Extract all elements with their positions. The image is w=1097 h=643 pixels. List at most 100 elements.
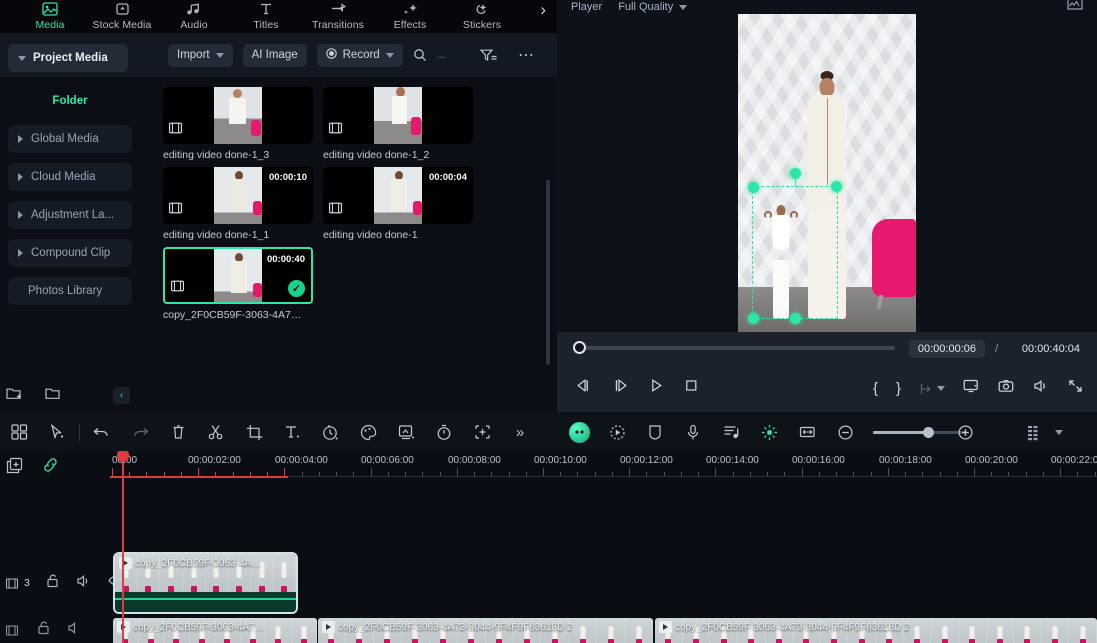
nav-tab-transitions[interactable]: Transitions <box>302 0 374 31</box>
media-thumbnail[interactable]: 00:00:04 <box>323 167 473 224</box>
media-thumbnail[interactable]: 00:00:40 ✓ <box>163 247 313 304</box>
pink-chair <box>872 219 916 298</box>
mark-out-button[interactable]: } <box>896 380 901 397</box>
media-item[interactable]: editing video done-1_2 <box>323 87 473 161</box>
fit-timeline-icon[interactable] <box>788 425 826 439</box>
search-icon[interactable] <box>413 48 427 62</box>
voiceover-icon[interactable] <box>674 424 712 441</box>
record-button[interactable]: Record <box>316 43 403 67</box>
export-frame-button[interactable] <box>919 382 945 396</box>
timer-icon[interactable] <box>425 424 463 441</box>
nav-expand-chevron-icon[interactable]: › <box>540 0 546 20</box>
nav-tab-media[interactable]: Media <box>14 0 86 31</box>
sidebar-item-compound-clip[interactable]: Compound Clip <box>8 239 132 267</box>
more-tools-icon[interactable]: » <box>501 424 539 441</box>
sidebar-collapse-button[interactable]: ‹ <box>113 387 130 404</box>
media-item-selected[interactable]: 00:00:40 ✓ copy_2F0CB59F-3063-4A7… <box>163 247 313 321</box>
color-palette-icon[interactable] <box>349 424 387 441</box>
nav-tab-titles[interactable]: Titles <box>230 0 302 31</box>
sidebar-item-cloud-media[interactable]: Cloud Media <box>8 163 132 191</box>
folder-icon[interactable] <box>45 386 62 401</box>
split-scissors-icon[interactable] <box>197 424 235 440</box>
more-options-icon[interactable]: ⋯ <box>518 45 535 65</box>
search-input[interactable]: ... <box>437 49 446 61</box>
player-seek-handle[interactable] <box>573 341 586 354</box>
media-panel-scrollbar[interactable] <box>546 180 550 365</box>
display-mode-button[interactable] <box>963 379 980 398</box>
media-item[interactable]: editing video done-1_3 <box>163 87 313 161</box>
sidebar-item-photos-library[interactable]: Photos Library <box>8 277 132 305</box>
auto-beat-sync-icon[interactable] <box>750 424 788 441</box>
text-icon[interactable] <box>273 424 311 440</box>
sidebar-item-folder[interactable]: Folder <box>8 87 132 115</box>
snapshot-button[interactable] <box>998 379 1015 398</box>
zoom-in-icon[interactable] <box>957 424 974 446</box>
add-marker-icon[interactable] <box>463 424 501 440</box>
nav-tab-label: Stock Media <box>92 19 152 31</box>
fullscreen-button[interactable] <box>1068 379 1083 398</box>
player-stage[interactable] <box>557 14 1097 332</box>
video-preview-frame[interactable] <box>738 14 916 332</box>
timeline-playhead[interactable] <box>117 451 129 643</box>
undo-icon[interactable] <box>83 425 121 440</box>
media-thumbnail[interactable] <box>163 87 313 144</box>
speaker-icon[interactable] <box>76 574 92 593</box>
crop-icon[interactable] <box>235 424 273 441</box>
select-cursor-icon[interactable] <box>38 424 76 440</box>
sidebar-item-global-media[interactable]: Global Media <box>8 125 132 153</box>
mark-in-button[interactable]: { <box>873 380 878 397</box>
new-folder-icon[interactable] <box>6 386 23 401</box>
handle-center-right[interactable] <box>831 180 842 192</box>
project-media-dropdown[interactable]: Project Media <box>8 44 128 72</box>
prev-frame-button[interactable] <box>575 378 592 398</box>
zoom-out-icon[interactable] <box>826 424 864 441</box>
timeline-clip-selected[interactable]: copy_2F0CB59F-3063-4A… <box>113 552 298 614</box>
filter-icon[interactable] <box>480 48 497 63</box>
templates-icon[interactable] <box>0 424 38 440</box>
chevron-down-icon <box>937 386 945 391</box>
speaker-icon[interactable] <box>67 621 83 640</box>
player-current-time[interactable]: 00:00:00:06 <box>908 340 985 358</box>
transform-selection-box[interactable] <box>748 167 842 325</box>
audio-mixer-icon[interactable] <box>712 424 750 440</box>
timeline-clip[interactable]: copy_2F0CB59F-3063-4A7... <box>113 618 317 643</box>
quality-dropdown[interactable]: Full Quality <box>618 1 688 13</box>
redo-icon[interactable] <box>121 425 159 440</box>
zoom-slider-handle[interactable] <box>923 427 934 438</box>
timeline-clip[interactable]: copy_2F0CB59F-3063-4A73-8044-9F4F9F63618… <box>318 618 653 643</box>
nav-tab-stickers[interactable]: Stickers <box>446 0 518 31</box>
delete-icon[interactable] <box>159 424 197 440</box>
play-button[interactable] <box>649 378 664 398</box>
timeline-clip[interactable]: copy_2F0CB59F-3063-4A73-8044-9F4F9F63618… <box>655 618 1097 643</box>
handle-top-left[interactable] <box>748 181 759 193</box>
import-button[interactable]: Import <box>168 43 233 67</box>
next-frame-button[interactable] <box>612 378 629 398</box>
timeline-ruler[interactable]: 00:00 00:00:02:00 00:00:04:00 00:00:06:0… <box>110 452 1097 478</box>
mask-icon[interactable] <box>636 424 674 441</box>
waveform-icon[interactable] <box>1067 0 1083 13</box>
nav-tab-effects[interactable]: Effects <box>374 0 446 31</box>
quality-label: Full Quality <box>618 1 674 13</box>
media-thumbnail[interactable] <box>323 87 473 144</box>
unlock-icon[interactable] <box>46 573 60 593</box>
green-screen-icon[interactable] <box>387 424 425 441</box>
add-track-icon[interactable] <box>6 457 24 474</box>
sidebar-item-adjustment-layer[interactable]: Adjustment La... <box>8 201 132 229</box>
media-item[interactable]: 00:00:04 editing video done-1 <box>323 167 473 241</box>
motion-tracking-icon[interactable] <box>598 424 636 441</box>
timeline-zoom-slider[interactable] <box>873 427 967 438</box>
ai-tools-icon[interactable] <box>560 421 598 443</box>
chevron-down-icon[interactable] <box>1055 430 1063 435</box>
nav-tab-stock-media[interactable]: Stock Media <box>86 0 158 31</box>
stop-button[interactable] <box>684 378 699 398</box>
link-icon[interactable] <box>42 457 59 473</box>
nav-tab-audio[interactable]: Audio <box>158 0 230 31</box>
media-item[interactable]: 00:00:10 editing video done-1_1 <box>163 167 313 241</box>
player-seek-bar[interactable] <box>577 346 895 350</box>
volume-button[interactable] <box>1033 379 1050 398</box>
unlock-icon[interactable] <box>37 620 51 640</box>
ai-image-button[interactable]: AI Image <box>242 43 307 67</box>
speed-icon[interactable] <box>311 424 349 441</box>
media-thumbnail[interactable]: 00:00:10 <box>163 167 313 224</box>
track-layout-icon[interactable] <box>1027 424 1044 446</box>
